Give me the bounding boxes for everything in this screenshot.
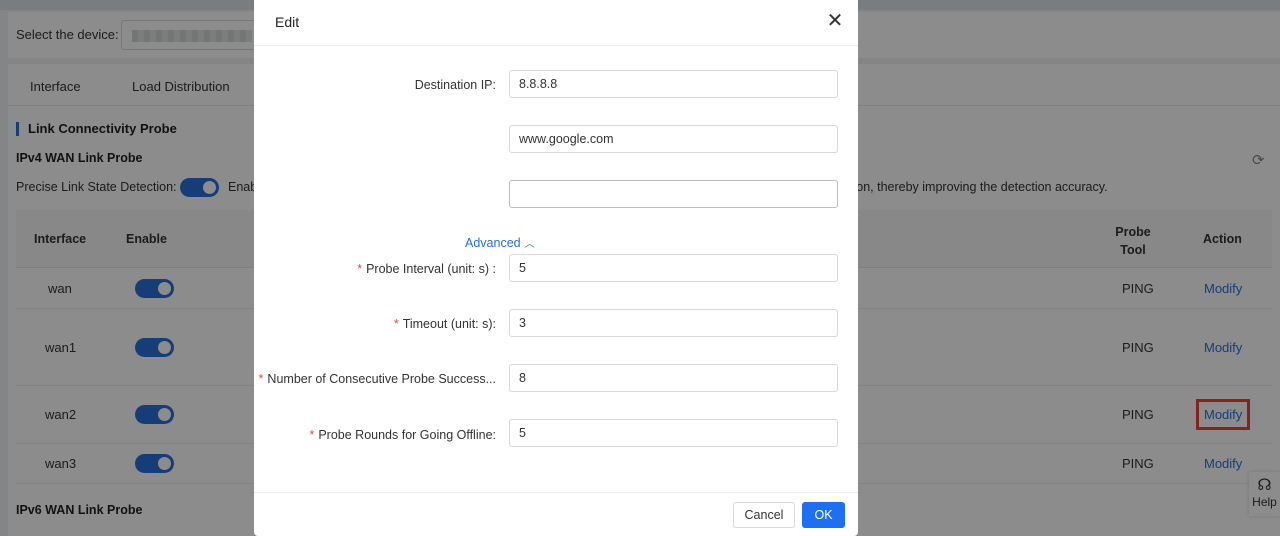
consecutive-success-label-text: Number of Consecutive Probe Success...	[267, 372, 496, 386]
modal-footer: Cancel OK	[254, 492, 858, 536]
destination-ip-label: Destination IP:	[414, 78, 496, 92]
ok-button[interactable]: OK	[802, 502, 845, 528]
cancel-button[interactable]: Cancel	[733, 502, 795, 528]
destination-ip-input[interactable]	[509, 70, 838, 98]
rounds-offline-input[interactable]	[509, 419, 838, 447]
probe-interval-label: * Probe Interval (unit: s) :	[357, 262, 496, 276]
required-mark: *	[393, 317, 399, 331]
probe-interval-label-text: Probe Interval (unit: s) :	[366, 262, 496, 276]
required-mark: *	[357, 262, 363, 276]
required-mark: *	[258, 372, 264, 386]
timeout-label-text: Timeout (unit: s):	[402, 317, 496, 331]
destination-ip-input-3[interactable]	[509, 180, 838, 208]
modal-title: Edit	[275, 14, 300, 30]
advanced-toggle[interactable]: Advanced ︿	[465, 235, 535, 250]
probe-interval-input[interactable]	[509, 254, 838, 282]
chevron-up-icon: ︿	[524, 239, 535, 250]
consecutive-success-input[interactable]	[509, 364, 838, 392]
destination-ip-input-2[interactable]	[509, 125, 838, 153]
rounds-offline-label-text: Probe Rounds for Going Offline:	[318, 428, 496, 442]
timeout-input[interactable]	[509, 309, 838, 337]
required-mark: *	[309, 428, 315, 442]
modal-header: Edit ✕	[254, 0, 858, 46]
edit-modal: Edit ✕ Destination IP: Advanced︿ *Probe …	[254, 0, 858, 536]
timeout-label: * Timeout (unit: s):	[394, 317, 496, 331]
rounds-offline-label: * Probe Rounds for Going Offline:	[309, 428, 496, 442]
close-icon[interactable]: ✕	[825, 10, 845, 32]
advanced-label: Advanced	[465, 236, 521, 250]
consecutive-success-label: * Number of Consecutive Probe Success...	[259, 372, 496, 386]
